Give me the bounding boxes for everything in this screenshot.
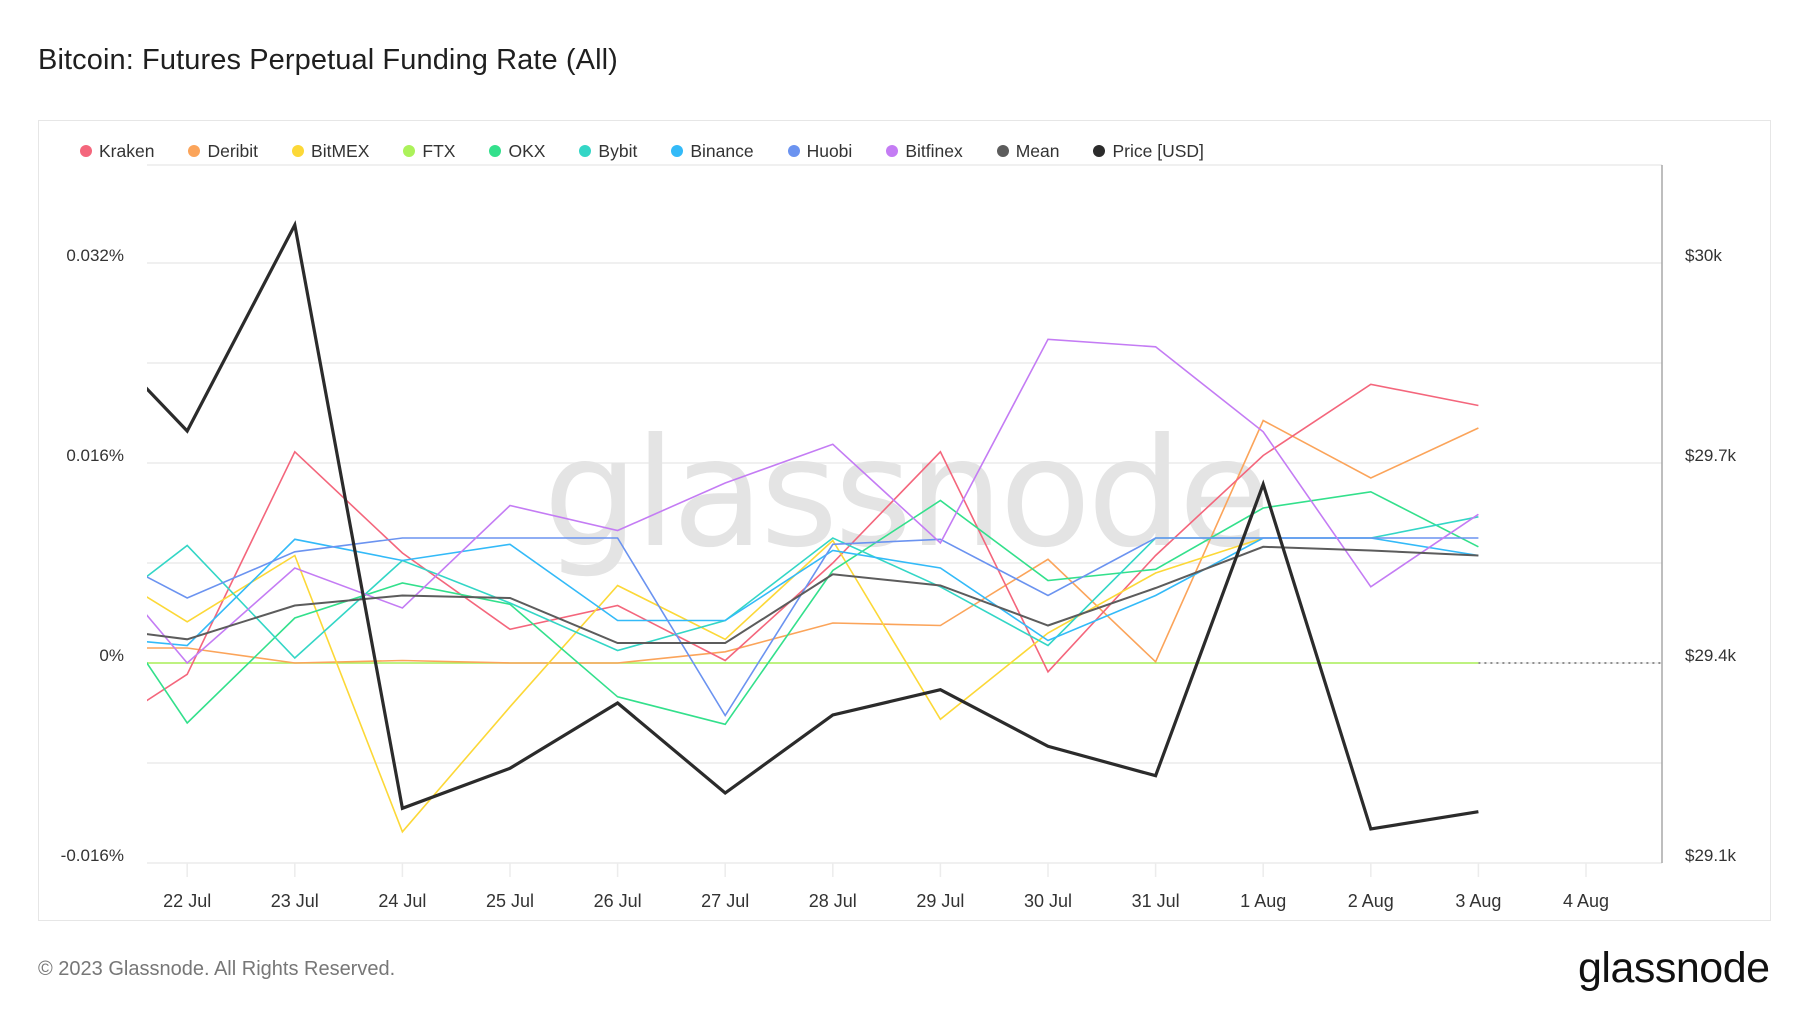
y2-tick-label: $29.4k bbox=[1685, 646, 1737, 665]
x-tick-label: 24 Jul bbox=[378, 891, 426, 911]
x-tick-label: 23 Jul bbox=[271, 891, 319, 911]
watermark: glassnode bbox=[543, 407, 1266, 581]
y-tick-label: -0.016% bbox=[61, 846, 124, 865]
x-tick-label: 2 Aug bbox=[1348, 891, 1394, 911]
x-tick-label: 22 Jul bbox=[163, 891, 211, 911]
x-tick-label: 26 Jul bbox=[594, 891, 642, 911]
y-tick-label: 0% bbox=[99, 646, 124, 665]
y2-tick-label: $29.1k bbox=[1685, 846, 1737, 865]
chart-plot: glassnode 0.032% 0.016% 0% -0.016% $30k $29.7k… bbox=[61, 164, 1737, 911]
x-tick-label: 1 Aug bbox=[1240, 891, 1286, 911]
y2-tick-label: $29.7k bbox=[1685, 446, 1737, 465]
copyright-text: © 2023 Glassnode. All Rights Reserved. bbox=[38, 958, 396, 980]
y-tick-label: 0.032% bbox=[66, 246, 124, 265]
y2-tick-label: $30k bbox=[1685, 246, 1722, 265]
x-tick-label: 30 Jul bbox=[1024, 891, 1072, 911]
x-tick-label: 28 Jul bbox=[809, 891, 857, 911]
x-tick-label: 4 Aug bbox=[1563, 891, 1609, 911]
y-tick-label: 0.016% bbox=[66, 446, 124, 465]
x-tick-label: 25 Jul bbox=[486, 891, 534, 911]
x-tick-label: 27 Jul bbox=[701, 891, 749, 911]
glassnode-logo: glassnode bbox=[1578, 944, 1770, 992]
x-tick-label: 29 Jul bbox=[916, 891, 964, 911]
x-tick-label: 3 Aug bbox=[1455, 891, 1501, 911]
x-tick-label: 31 Jul bbox=[1132, 891, 1180, 911]
series-line-bitmex bbox=[147, 537, 1264, 834]
